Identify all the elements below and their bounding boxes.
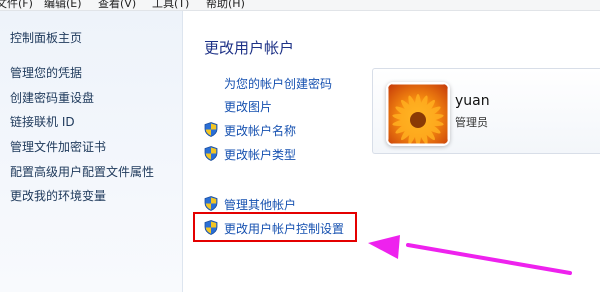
change-account-type-link[interactable]: 更改帐户类型: [224, 146, 296, 163]
menu-edit[interactable]: 编辑(E): [44, 0, 82, 10]
sidebar-item-password-reset-disk[interactable]: 创建密码重设盘: [10, 89, 94, 106]
user-role: 管理员: [455, 116, 488, 129]
sidebar-item-advanced-profile-properties[interactable]: 配置高级用户配置文件属性: [10, 163, 154, 180]
control-panel-home-link[interactable]: 控制面板主页: [10, 29, 82, 46]
uac-shield-icon: [204, 122, 218, 137]
page-title: 更改用户帐户: [204, 39, 295, 57]
highlight-box: [193, 212, 357, 242]
sidebar-item-file-encryption-certs[interactable]: 管理文件加密证书: [10, 138, 106, 155]
change-account-name-link[interactable]: 更改帐户名称: [224, 122, 296, 139]
menu-tools[interactable]: 工具(T): [152, 0, 189, 10]
sidebar-item-manage-credentials[interactable]: 管理您的凭据: [10, 64, 82, 81]
manage-other-accounts-link[interactable]: 管理其他帐户: [224, 196, 296, 213]
uac-shield-icon: [204, 196, 218, 211]
sidebar-item-environment-variables[interactable]: 更改我的环境变量: [10, 187, 106, 204]
pointer-arrow-icon: [368, 235, 572, 275]
sidebar-item-link-online-id[interactable]: 链接联机 ID: [10, 113, 75, 130]
user-name: yuan: [455, 93, 490, 109]
create-password-link[interactable]: 为您的帐户创建密码: [224, 75, 332, 92]
uac-shield-icon: [204, 146, 218, 161]
user-avatar[interactable]: [388, 84, 448, 144]
menu-file[interactable]: 文件(F): [0, 0, 33, 10]
menu-view[interactable]: 查看(V): [98, 0, 136, 10]
change-picture-link[interactable]: 更改图片: [224, 98, 272, 115]
sidebar: 控制面板主页 管理您的凭据 创建密码重设盘 链接联机 ID 管理文件加密证书 配…: [0, 11, 183, 292]
menu-help[interactable]: 帮助(H): [206, 0, 245, 10]
menu-bar: 文件(F) 编辑(E) 查看(V) 工具(T) 帮助(H): [0, 0, 600, 11]
flower-picture-icon: [388, 84, 448, 144]
